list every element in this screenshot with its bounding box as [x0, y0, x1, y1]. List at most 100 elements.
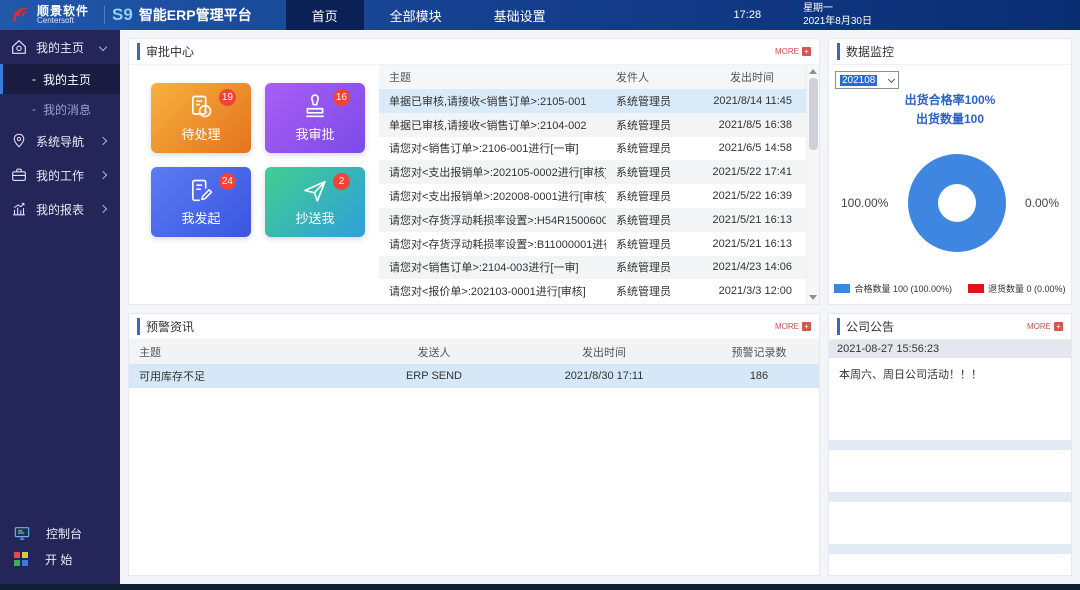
- cell-sender: 系统管理员: [606, 232, 698, 256]
- table-row[interactable]: 单据已审核,请接收<销售订单>:2105-001 系统管理员 2021/8/14…: [379, 89, 806, 113]
- approval-table-header: 主题 发件人 发出时间: [379, 65, 806, 89]
- col-alert-count: 预警记录数: [699, 340, 819, 364]
- my-initiated-card[interactable]: 24 我发起: [151, 167, 251, 237]
- my-approval-card-label: 我审批: [295, 124, 334, 143]
- chevron-down-icon: [99, 43, 107, 51]
- col-sender: 发送人: [359, 340, 509, 364]
- cell-sender: 系统管理员: [606, 89, 698, 113]
- nav-item-basic-settings[interactable]: 基础设置: [468, 0, 572, 30]
- cell-sender: ERP SEND: [359, 364, 509, 388]
- announcement-empty-date: [829, 492, 1071, 502]
- scroll-down-icon[interactable]: [809, 295, 817, 300]
- donut-right-label: 0.00%: [1025, 196, 1059, 210]
- cc-me-card-label: 抄送我: [295, 208, 334, 227]
- table-row[interactable]: 请您对<存货浮动耗损率设置>:H54R15006002进行[审核] 系统管理员 …: [379, 208, 806, 232]
- my-approval-card[interactable]: 16 我审批: [265, 83, 365, 153]
- more-plus-icon: +: [802, 322, 811, 331]
- pass-rate-text: 出货合格率100%: [829, 91, 1071, 110]
- col-sender: 发件人: [606, 65, 698, 89]
- more-label: MORE: [1027, 322, 1051, 331]
- sidebar-subitem-label: 我的消息: [43, 101, 91, 118]
- announcements-panel: 公司公告 MORE + 2021-08-27 15:56:23 本周六、周日公司…: [828, 313, 1072, 576]
- cell-time: 2021/3/3 12:00: [698, 279, 806, 303]
- chevron-right-icon: [99, 205, 107, 213]
- clock-time: 17:28: [734, 9, 762, 21]
- alerts-more-link[interactable]: MORE +: [775, 322, 811, 331]
- alerts-table: 主题 发送人 发出时间 预警记录数 可用库存不足 ERP SEND 2021/8…: [129, 340, 819, 388]
- table-row[interactable]: 请您对<支出报销单>:202105-0002进行[审核] 系统管理员 2021/…: [379, 160, 806, 184]
- announcements-more-link[interactable]: MORE +: [1027, 322, 1063, 331]
- cell-time: 2021/5/22 17:41: [698, 160, 806, 184]
- console-button[interactable]: 控制台: [14, 525, 106, 542]
- cc-me-card[interactable]: 2 抄送我: [265, 167, 365, 237]
- legend-swatch-red: [968, 284, 984, 293]
- cell-time: 2021/8/5 16:38: [698, 113, 806, 137]
- cell-subject: 请您对<报价单>:202103-0001进行[审核]: [379, 279, 606, 303]
- cell-subject: 请您对<支出报销单>:202008-0001进行[审核]: [379, 184, 606, 208]
- sidebar-item-system-nav[interactable]: 系统导航: [0, 124, 120, 158]
- cell-subject: 请您对<存货浮动耗损率设置>:B11000001进行[审核]: [379, 232, 606, 256]
- sidebar-footer: 控制台 开 始: [0, 517, 120, 584]
- cell-sender: 系统管理员: [606, 113, 698, 137]
- sidebar-item-my-reports[interactable]: 我的报表: [0, 192, 120, 226]
- announcement-empty-date: [829, 544, 1071, 554]
- sidebar-subitem-my-messages[interactable]: 我的消息: [0, 94, 120, 124]
- nav-item-all-modules[interactable]: 全部模块: [364, 0, 468, 30]
- pending-card-label: 待处理: [181, 124, 220, 143]
- table-scrollbar[interactable]: [806, 65, 819, 304]
- chart-legend: 合格数量 100 (100.00%) 退货数量 0 (0.00%): [829, 282, 1071, 295]
- table-row[interactable]: 可用库存不足 ERP SEND 2021/8/30 17:11 186: [129, 364, 819, 388]
- scroll-up-icon[interactable]: [809, 69, 817, 74]
- cell-time: 2021/8/30 17:11: [509, 364, 699, 388]
- table-row[interactable]: 请您对<销售订单>:2106-001进行[一审] 系统管理员 2021/6/5 …: [379, 137, 806, 161]
- announcements-panel-title: 公司公告: [837, 318, 894, 335]
- approval-center-panel: 审批中心 MORE + 19 待处理: [128, 38, 820, 305]
- table-row[interactable]: 请您对<存货浮动耗损率设置>:B11000001进行[审核] 系统管理员 202…: [379, 232, 806, 256]
- scroll-thumb[interactable]: [809, 78, 818, 150]
- cell-subject: 请您对<支出报销单>:202105-0002进行[审核]: [379, 160, 606, 184]
- start-button[interactable]: 开 始: [14, 551, 106, 568]
- announcement-content[interactable]: 本周六、周日公司活动！！！: [829, 358, 1071, 398]
- pending-card[interactable]: 19 待处理: [151, 83, 251, 153]
- table-row[interactable]: 请您对<支出报销单>:202008-0001进行[审核] 系统管理员 2021/…: [379, 184, 806, 208]
- cell-sender: 系统管理员: [606, 184, 698, 208]
- doc-clock-icon: [187, 93, 215, 121]
- cell-sender: 系统管理员: [606, 160, 698, 184]
- table-row[interactable]: 请您对<报价单>:202103-0001进行[审核] 系统管理员 2021/3/…: [379, 279, 806, 303]
- legend-item-returned: 退货数量 0 (0.00%): [968, 282, 1066, 295]
- monitor-panel-title: 数据监控: [837, 43, 894, 60]
- more-label: MORE: [775, 322, 799, 331]
- top-bar: 顺景软件 Centersoft S9 智能ERP管理平台 首页 全部模块 基础设…: [0, 0, 1080, 30]
- table-row[interactable]: 请您对<销售订单>:2104-003进行[一审] 系统管理员 2021/4/23…: [379, 256, 806, 280]
- cell-time: 2021/5/22 16:39: [698, 184, 806, 208]
- announcement-empty-slot: [829, 502, 1071, 544]
- alerts-table-header: 主题 发送人 发出时间 预警记录数: [129, 340, 819, 364]
- sidebar-item-label: 我的报表: [36, 201, 84, 218]
- sidebar-subitem-my-home[interactable]: 我的主页: [0, 64, 120, 94]
- home-icon: [10, 38, 28, 56]
- brand-logo[interactable]: 顺景软件 Centersoft: [0, 4, 97, 26]
- sidebar-item-label: 系统导航: [36, 133, 84, 150]
- cell-sender: 系统管理员: [606, 279, 698, 303]
- nav-item-home[interactable]: 首页: [286, 0, 364, 30]
- paper-plane-icon: [301, 177, 329, 205]
- my-approval-count-badge: 16: [333, 89, 350, 106]
- chevron-right-icon: [99, 137, 107, 145]
- cc-me-count-badge: 2: [333, 173, 350, 190]
- period-select[interactable]: 202108: [835, 71, 899, 89]
- cell-time: 2021/5/21 16:13: [698, 208, 806, 232]
- period-select-value: 202108: [840, 75, 877, 86]
- approval-table: 主题 发件人 发出时间 单据已审核,请接收<销售订单>:2105-001 系统管…: [379, 65, 806, 303]
- legend-item-qualified: 合格数量 100 (100.00%): [834, 282, 952, 295]
- table-row[interactable]: 单据已审核,请接收<销售订单>:2104-002 系统管理员 2021/8/5 …: [379, 113, 806, 137]
- cell-time: 2021/5/21 16:13: [698, 232, 806, 256]
- donut-left-label: 100.00%: [841, 196, 888, 210]
- sidebar-item-my-home[interactable]: 我的主页: [0, 30, 120, 64]
- cell-subject: 可用库存不足: [129, 364, 359, 388]
- pending-count-badge: 19: [219, 89, 236, 106]
- cell-alert-count: 186: [699, 364, 819, 388]
- my-initiated-card-label: 我发起: [181, 208, 220, 227]
- sidebar-item-my-work[interactable]: 我的工作: [0, 158, 120, 192]
- more-label: MORE: [775, 47, 799, 56]
- approval-more-link[interactable]: MORE +: [775, 47, 811, 56]
